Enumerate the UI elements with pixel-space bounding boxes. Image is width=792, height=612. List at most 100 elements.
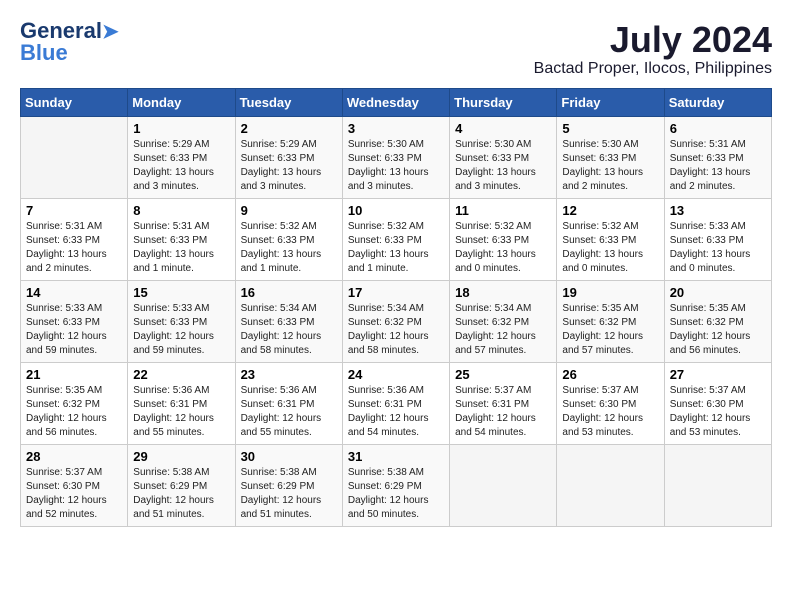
day-number: 4 xyxy=(455,121,551,136)
day-number: 7 xyxy=(26,203,122,218)
day-number: 29 xyxy=(133,449,229,464)
day-info: Sunrise: 5:32 AM Sunset: 6:33 PM Dayligh… xyxy=(348,220,444,276)
day-number: 13 xyxy=(670,203,766,218)
calendar-cell xyxy=(557,444,664,526)
calendar-cell: 8 Sunrise: 5:31 AM Sunset: 6:33 PM Daylig… xyxy=(128,198,235,280)
calendar-cell: 26 Sunrise: 5:37 AM Sunset: 6:30 PM Dayli… xyxy=(557,362,664,444)
day-number: 21 xyxy=(26,367,122,382)
calendar-week-5: 28 Sunrise: 5:37 AM Sunset: 6:30 PM Dayli… xyxy=(21,444,772,526)
calendar-cell: 27Sunrise: 5:37 AM Sunset: 6:30 PM Dayli… xyxy=(664,362,771,444)
title-block: July 2024 Bactad Proper, Ilocos, Philipp… xyxy=(534,20,772,78)
calendar-cell: 20Sunrise: 5:35 AM Sunset: 6:32 PM Dayli… xyxy=(664,280,771,362)
page-header: General➤ Blue July 2024 Bactad Proper, I… xyxy=(20,20,772,78)
calendar-cell: 17 Sunrise: 5:34 AM Sunset: 6:32 PM Dayli… xyxy=(342,280,449,362)
day-number: 18 xyxy=(455,285,551,300)
day-info: Sunrise: 5:30 AM Sunset: 6:33 PM Dayligh… xyxy=(455,138,551,194)
day-number: 5 xyxy=(562,121,658,136)
day-number: 6 xyxy=(670,121,766,136)
day-info: Sunrise: 5:29 AM Sunset: 6:33 PM Dayligh… xyxy=(133,138,229,194)
calendar-cell xyxy=(21,116,128,198)
day-number: 9 xyxy=(241,203,337,218)
calendar-cell: 18 Sunrise: 5:34 AM Sunset: 6:32 PM Dayli… xyxy=(450,280,557,362)
day-number: 17 xyxy=(348,285,444,300)
day-number: 11 xyxy=(455,203,551,218)
day-info: Sunrise: 5:37 AM Sunset: 6:30 PM Dayligh… xyxy=(26,466,122,522)
day-number: 8 xyxy=(133,203,229,218)
header-wednesday: Wednesday xyxy=(342,88,449,116)
day-info: Sunrise: 5:34 AM Sunset: 6:32 PM Dayligh… xyxy=(455,302,551,358)
day-info: Sunrise: 5:32 AM Sunset: 6:33 PM Dayligh… xyxy=(241,220,337,276)
calendar-cell: 15 Sunrise: 5:33 AM Sunset: 6:33 PM Dayli… xyxy=(128,280,235,362)
day-info: Sunrise: 5:35 AM Sunset: 6:32 PM Dayligh… xyxy=(562,302,658,358)
logo-bird-icon: ➤ xyxy=(102,21,119,43)
day-info: Sunrise: 5:31 AM Sunset: 6:33 PM Dayligh… xyxy=(133,220,229,276)
day-info: Sunrise: 5:33 AM Sunset: 6:33 PM Dayligh… xyxy=(133,302,229,358)
calendar-cell xyxy=(450,444,557,526)
day-info: Sunrise: 5:36 AM Sunset: 6:31 PM Dayligh… xyxy=(348,384,444,440)
day-number: 25 xyxy=(455,367,551,382)
calendar-cell: 19 Sunrise: 5:35 AM Sunset: 6:32 PM Dayli… xyxy=(557,280,664,362)
header-saturday: Saturday xyxy=(664,88,771,116)
calendar-week-3: 14 Sunrise: 5:33 AM Sunset: 6:33 PM Dayli… xyxy=(21,280,772,362)
calendar-cell: 16 Sunrise: 5:34 AM Sunset: 6:33 PM Dayli… xyxy=(235,280,342,362)
day-number: 22 xyxy=(133,367,229,382)
day-number: 12 xyxy=(562,203,658,218)
calendar-week-2: 7 Sunrise: 5:31 AM Sunset: 6:33 PM Daylig… xyxy=(21,198,772,280)
day-info: Sunrise: 5:37 AM Sunset: 6:30 PM Dayligh… xyxy=(562,384,658,440)
header-friday: Friday xyxy=(557,88,664,116)
day-number: 14 xyxy=(26,285,122,300)
header-row: SundayMondayTuesdayWednesdayThursdayFrid… xyxy=(21,88,772,116)
calendar-cell: 24Sunrise: 5:36 AM Sunset: 6:31 PM Dayli… xyxy=(342,362,449,444)
header-monday: Monday xyxy=(128,88,235,116)
day-number: 2 xyxy=(241,121,337,136)
calendar-cell: 12Sunrise: 5:32 AM Sunset: 6:33 PM Dayli… xyxy=(557,198,664,280)
day-number: 3 xyxy=(348,121,444,136)
day-info: Sunrise: 5:29 AM Sunset: 6:33 PM Dayligh… xyxy=(241,138,337,194)
calendar-cell: 2 Sunrise: 5:29 AM Sunset: 6:33 PM Daylig… xyxy=(235,116,342,198)
header-tuesday: Tuesday xyxy=(235,88,342,116)
calendar-cell: 4 Sunrise: 5:30 AM Sunset: 6:33 PM Daylig… xyxy=(450,116,557,198)
day-number: 31 xyxy=(348,449,444,464)
day-info: Sunrise: 5:36 AM Sunset: 6:31 PM Dayligh… xyxy=(133,384,229,440)
day-info: Sunrise: 5:33 AM Sunset: 6:33 PM Dayligh… xyxy=(26,302,122,358)
day-number: 28 xyxy=(26,449,122,464)
calendar-cell: 29 Sunrise: 5:38 AM Sunset: 6:29 PM Dayli… xyxy=(128,444,235,526)
calendar-table: SundayMondayTuesdayWednesdayThursdayFrid… xyxy=(20,88,772,527)
calendar-cell: 23Sunrise: 5:36 AM Sunset: 6:31 PM Dayli… xyxy=(235,362,342,444)
calendar-cell: 13 Sunrise: 5:33 AM Sunset: 6:33 PM Dayli… xyxy=(664,198,771,280)
calendar-cell: 6 Sunrise: 5:31 AM Sunset: 6:33 PM Daylig… xyxy=(664,116,771,198)
calendar-cell: 7 Sunrise: 5:31 AM Sunset: 6:33 PM Daylig… xyxy=(21,198,128,280)
day-info: Sunrise: 5:33 AM Sunset: 6:33 PM Dayligh… xyxy=(670,220,766,276)
calendar-cell: 1 Sunrise: 5:29 AM Sunset: 6:33 PM Daylig… xyxy=(128,116,235,198)
header-thursday: Thursday xyxy=(450,88,557,116)
day-number: 10 xyxy=(348,203,444,218)
day-number: 20 xyxy=(670,285,766,300)
day-number: 27 xyxy=(670,367,766,382)
calendar-cell: 21 Sunrise: 5:35 AM Sunset: 6:32 PM Dayli… xyxy=(21,362,128,444)
day-info: Sunrise: 5:34 AM Sunset: 6:32 PM Dayligh… xyxy=(348,302,444,358)
day-info: Sunrise: 5:35 AM Sunset: 6:32 PM Dayligh… xyxy=(26,384,122,440)
calendar-cell: 11 Sunrise: 5:32 AM Sunset: 6:33 PM Dayli… xyxy=(450,198,557,280)
day-number: 26 xyxy=(562,367,658,382)
month-year-title: July 2024 xyxy=(534,20,772,60)
calendar-cell: 25Sunrise: 5:37 AM Sunset: 6:31 PM Dayli… xyxy=(450,362,557,444)
location-title: Bactad Proper, Ilocos, Philippines xyxy=(534,60,772,78)
logo: General➤ Blue xyxy=(20,20,119,64)
day-info: Sunrise: 5:30 AM Sunset: 6:33 PM Dayligh… xyxy=(348,138,444,194)
day-info: Sunrise: 5:38 AM Sunset: 6:29 PM Dayligh… xyxy=(133,466,229,522)
calendar-cell: 22 Sunrise: 5:36 AM Sunset: 6:31 PM Dayli… xyxy=(128,362,235,444)
day-info: Sunrise: 5:31 AM Sunset: 6:33 PM Dayligh… xyxy=(670,138,766,194)
header-sunday: Sunday xyxy=(21,88,128,116)
day-info: Sunrise: 5:31 AM Sunset: 6:33 PM Dayligh… xyxy=(26,220,122,276)
day-info: Sunrise: 5:34 AM Sunset: 6:33 PM Dayligh… xyxy=(241,302,337,358)
calendar-cell: 3 Sunrise: 5:30 AM Sunset: 6:33 PM Daylig… xyxy=(342,116,449,198)
day-number: 19 xyxy=(562,285,658,300)
calendar-week-1: 1 Sunrise: 5:29 AM Sunset: 6:33 PM Daylig… xyxy=(21,116,772,198)
day-number: 1 xyxy=(133,121,229,136)
calendar-cell: 9 Sunrise: 5:32 AM Sunset: 6:33 PM Daylig… xyxy=(235,198,342,280)
day-info: Sunrise: 5:30 AM Sunset: 6:33 PM Dayligh… xyxy=(562,138,658,194)
day-number: 23 xyxy=(241,367,337,382)
day-number: 16 xyxy=(241,285,337,300)
day-number: 15 xyxy=(133,285,229,300)
day-info: Sunrise: 5:32 AM Sunset: 6:33 PM Dayligh… xyxy=(455,220,551,276)
